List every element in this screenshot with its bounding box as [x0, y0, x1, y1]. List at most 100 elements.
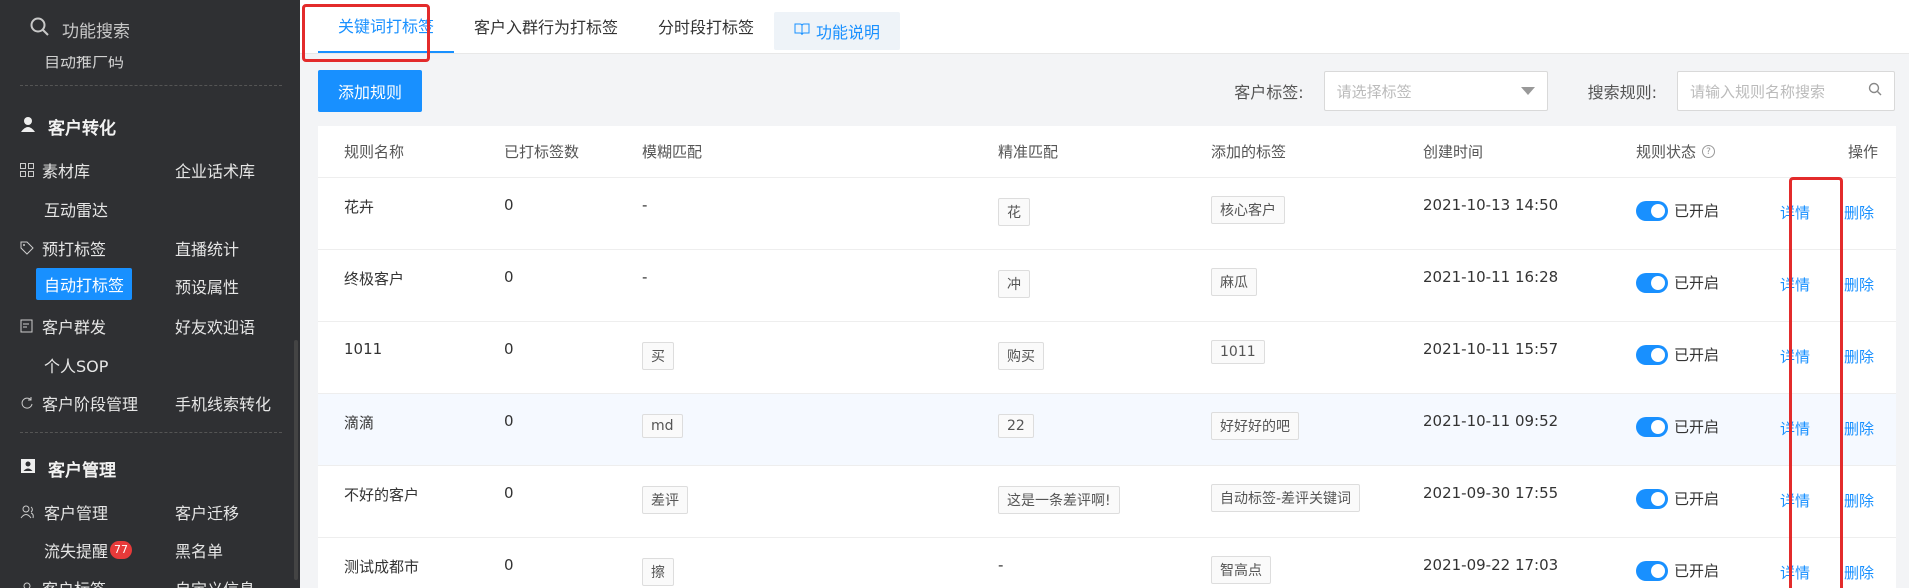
- fuzzy-keyword: 差评: [642, 486, 688, 514]
- sidebar-item-label: 客户群发: [42, 318, 107, 337]
- table-row: 花卉 0 - 花 核心客户 2021-10-13 14:50 已开启 详情 删除: [318, 178, 1896, 250]
- sidebar-item-welcome[interactable]: 好友欢迎语: [175, 314, 255, 338]
- tagged-count: 0: [504, 268, 514, 286]
- sidebar-item-churn[interactable]: 流失提醒 77: [44, 538, 133, 562]
- table-row: 终极客户 0 - 冲 麻瓜 2021-10-11 16:28 已开启 详情 删除: [318, 250, 1896, 322]
- exact-keyword: -: [998, 556, 1004, 574]
- add-rule-button[interactable]: 添加规则: [318, 70, 423, 112]
- status-label: 已开启: [1674, 418, 1720, 436]
- added-tag: 1011: [1211, 340, 1265, 364]
- sidebar-item-customer-mgmt[interactable]: 客户管理: [20, 500, 108, 524]
- function-search[interactable]: 功能搜索: [0, 0, 300, 58]
- added-tag-cell: 好好好的吧: [1211, 412, 1299, 440]
- section-title: 客户转化: [48, 119, 116, 139]
- tagged-count: 0: [504, 196, 514, 214]
- exact-match-cell: 冲: [998, 270, 1030, 298]
- contact-card-icon: [20, 458, 36, 479]
- table-row: 1011 0 买 购买 1011 2021-10-11 15:57 已开启 详情…: [318, 322, 1896, 394]
- header-exact-match: 精准匹配: [998, 143, 1059, 161]
- status-toggle[interactable]: [1636, 560, 1668, 581]
- status-cell: 已开启: [1636, 200, 1719, 221]
- header-added-tags: 添加的标签: [1211, 143, 1287, 161]
- status-label: 已开启: [1674, 346, 1720, 364]
- sidebar-item-customer-tag[interactable]: 客户标签: [20, 576, 106, 588]
- exact-match-cell: 这是一条差评啊!: [998, 486, 1120, 514]
- tab-help[interactable]: 功能说明: [774, 11, 901, 50]
- rule-name: 不好的客户: [344, 486, 420, 504]
- sidebar-item-custom-info[interactable]: 自定义信息: [175, 576, 255, 588]
- filters: 客户标签: 请选择标签 搜索规则: 请输入规则名称搜索: [1194, 71, 1895, 111]
- fuzzy-keyword: -: [642, 196, 648, 214]
- sidebar-item-pretag[interactable]: 预打标签: [20, 236, 106, 260]
- rule-search-input[interactable]: 请输入规则名称搜索: [1677, 71, 1895, 111]
- status-toggle[interactable]: [1636, 488, 1668, 509]
- book-icon: [794, 21, 810, 40]
- delete-link[interactable]: 删除: [1844, 490, 1874, 511]
- status-toggle[interactable]: [1636, 416, 1668, 437]
- status-toggle[interactable]: [1636, 272, 1668, 293]
- delete-link[interactable]: 删除: [1844, 418, 1874, 439]
- user-icon: [20, 116, 36, 137]
- status-toggle[interactable]: [1636, 344, 1668, 365]
- rule-name: 测试成都市: [344, 558, 420, 576]
- exact-keyword: 22: [998, 414, 1034, 438]
- sidebar-item-sop[interactable]: 个人SOP: [44, 353, 108, 377]
- exact-keyword: 这是一条差评啊!: [998, 486, 1120, 514]
- status-cell: 已开启: [1636, 416, 1719, 437]
- created-time: 2021-09-22 17:03: [1423, 556, 1559, 574]
- delete-link[interactable]: 删除: [1844, 274, 1874, 295]
- table-row: 不好的客户 0 差评 这是一条差评啊! 自动标签-差评关键词 2021-09-3…: [318, 466, 1896, 538]
- sidebar-item-phone-lead[interactable]: 手机线索转化: [175, 391, 271, 415]
- sidebar-divider: [20, 85, 282, 86]
- status-cell: 已开启: [1636, 560, 1719, 581]
- tagged-count: 0: [504, 556, 514, 574]
- sidebar-item-live-stats[interactable]: 直播统计: [175, 236, 239, 260]
- exact-keyword: 花: [998, 198, 1030, 226]
- delete-link[interactable]: 删除: [1844, 562, 1874, 583]
- tab-time-period-tagging[interactable]: 分时段打标签: [638, 0, 774, 53]
- delete-link[interactable]: 删除: [1844, 202, 1874, 223]
- highlight-box: [302, 4, 430, 62]
- sidebar-item-radar[interactable]: 互动雷达: [44, 197, 108, 221]
- help-icon[interactable]: ?: [1702, 145, 1716, 158]
- created-time: 2021-10-11 16:28: [1423, 268, 1559, 286]
- status-label: 已开启: [1674, 490, 1720, 508]
- sidebar-item-material[interactable]: 素材库: [20, 158, 90, 182]
- sidebar-item-auto-tag[interactable]: 自动打标签: [36, 268, 133, 300]
- added-tag: 麻瓜: [1211, 268, 1257, 296]
- rule-name: 终极客户: [344, 270, 405, 288]
- sidebar-item-mass-send[interactable]: 客户群发: [20, 314, 106, 338]
- grid-icon: [20, 163, 34, 177]
- sidebar-item-label: 客户标签: [42, 576, 106, 588]
- sidebar-item-label: 素材库: [42, 162, 91, 181]
- created-time: 2021-10-11 15:57: [1423, 340, 1559, 358]
- tab-group-behavior-tagging[interactable]: 客户入群行为打标签: [454, 0, 638, 53]
- fuzzy-match-cell: -: [642, 268, 647, 286]
- chevron-down-icon: [1520, 87, 1535, 95]
- added-tag-cell: 自动标签-差评关键词: [1211, 484, 1361, 512]
- added-tag-cell: 1011: [1211, 340, 1265, 364]
- status-toggle[interactable]: [1636, 200, 1668, 221]
- sidebar-item-blacklist[interactable]: 黑名单: [175, 538, 223, 562]
- sidebar-item-stage[interactable]: 客户阶段管理: [20, 391, 138, 415]
- sidebar-item-label: 流失提醒: [44, 542, 109, 561]
- search-placeholder: 功能搜索: [62, 21, 130, 42]
- added-tag: 智高点: [1211, 556, 1271, 584]
- added-tag: 好好好的吧: [1211, 412, 1299, 440]
- status-label: 已开启: [1674, 274, 1720, 292]
- user-icon: [20, 581, 34, 588]
- sidebar-item-migration[interactable]: 客户迁移: [175, 500, 239, 524]
- tagged-count: 0: [504, 412, 514, 430]
- added-tag: 自动标签-差评关键词: [1211, 484, 1361, 512]
- header-actions: 操作: [1848, 143, 1879, 161]
- tag-select[interactable]: 请选择标签: [1323, 71, 1548, 111]
- sidebar-scrollbar[interactable]: [294, 340, 298, 580]
- delete-link[interactable]: 删除: [1844, 346, 1874, 367]
- sidebar-item-enterprise-script[interactable]: 企业话术库: [175, 158, 255, 182]
- sidebar-item-preset-attr[interactable]: 预设属性: [175, 274, 239, 298]
- document-icon: [20, 319, 34, 333]
- sidebar: 功能搜索 自动推广码 客户转化 素材库 企业话术库 互动雷达 预打标签 直播统计…: [0, 0, 300, 588]
- exact-keyword: 冲: [998, 270, 1030, 298]
- fuzzy-match-cell: md: [642, 414, 683, 438]
- header-rule-name: 规则名称: [344, 143, 405, 161]
